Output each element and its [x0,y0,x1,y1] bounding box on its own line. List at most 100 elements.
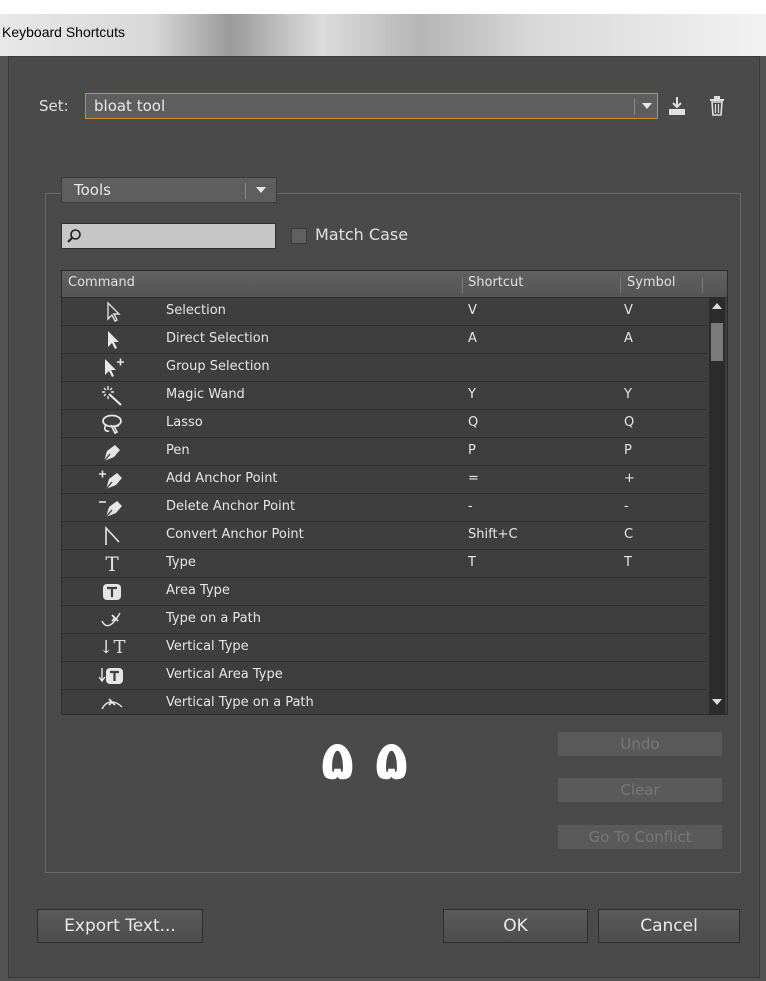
match-case-checkbox[interactable] [291,228,307,244]
symbol-value[interactable]: T [624,555,632,570]
table-row[interactable]: Pen P P [62,438,707,466]
command-label: Type on a Path [166,611,261,626]
go-to-conflict-button[interactable]: Go To Conflict [557,824,723,850]
symbol-value[interactable]: C [624,527,633,542]
shortcut-value[interactable]: - [468,499,473,514]
table-row[interactable]: Lasso Q Q [62,410,707,438]
pen-icon [90,441,134,463]
command-label: Magic Wand [166,387,245,402]
table-header: Command Shortcut Symbol [62,271,727,298]
shortcuts-table: Command Shortcut Symbol Selection V V Di… [61,270,728,715]
group-selection-icon [90,357,134,379]
add-anchor-point-icon [90,469,134,491]
set-value: bloat tool [94,97,166,115]
symbol-value[interactable]: P [624,443,632,458]
command-label: Add Anchor Point [166,471,278,486]
vertical-area-type-icon [90,665,134,687]
column-separator [702,277,703,293]
scroll-down-icon[interactable] [712,699,722,705]
column-command[interactable]: Command [68,275,135,290]
table-row[interactable]: Delete Anchor Point - - [62,494,707,522]
scroll-thumb[interactable] [711,323,723,361]
match-case-label: Match Case [315,225,409,244]
overlay-glyph: ۵ [375,729,408,792]
command-label: Delete Anchor Point [166,499,296,514]
magic-wand-icon [90,385,134,407]
window-title: Keyboard Shortcuts [2,24,125,40]
convert-anchor-point-icon [90,525,134,547]
undo-button[interactable]: Undo [557,731,723,757]
ok-button[interactable]: OK [443,909,588,943]
column-symbol[interactable]: Symbol [627,275,675,290]
command-label: Area Type [166,583,230,598]
table-row[interactable]: Group Selection [62,354,707,382]
column-separator [462,277,463,293]
command-label: Direct Selection [166,331,269,346]
overlay-glyph: ۵ [321,729,354,792]
table-row[interactable]: Direct Selection A A [62,326,707,354]
shortcut-value[interactable]: P [468,443,476,458]
symbol-value[interactable]: + [624,471,635,486]
trash-icon[interactable] [707,95,727,117]
command-label: Type [166,555,196,570]
dropdown-separator [634,99,635,115]
shortcut-value[interactable]: Q [468,415,478,430]
command-label: Vertical Type on a Path [166,695,314,710]
shortcut-value[interactable]: Shift+C [468,527,518,542]
table-row[interactable]: Selection V V [62,298,707,326]
column-separator [620,277,621,293]
selection-arrow-icon [90,301,134,323]
clear-button[interactable]: Clear [557,777,723,803]
command-label: Pen [166,443,190,458]
direct-selection-icon [90,329,134,351]
command-label: Lasso [166,415,203,430]
vertical-type-on-path-icon [90,693,134,714]
symbol-value[interactable]: Q [624,415,634,430]
vertical-type-icon: ↓T [98,637,126,658]
search-input[interactable] [61,223,276,249]
table-row[interactable]: T Type T T [62,550,707,578]
table-row[interactable]: Area Type [62,578,707,606]
table-row[interactable]: ↓T Vertical Type [62,634,707,662]
shortcut-value[interactable]: Y [468,387,476,402]
dropdown-separator [245,183,246,199]
command-label: Selection [166,303,226,318]
save-set-icon[interactable] [667,95,687,117]
command-label: Vertical Area Type [166,667,283,682]
symbol-value[interactable]: A [624,331,633,346]
command-label: Vertical Type [166,639,249,654]
title-bar[interactable]: Keyboard Shortcuts [0,14,766,56]
chevron-down-icon [642,103,652,109]
keyboard-shortcuts-dialog: Keyboard Shortcuts Set: bloat tool Tools… [0,14,766,981]
type-on-path-icon [90,609,134,631]
command-label: Convert Anchor Point [166,527,304,542]
dialog-body: Set: bloat tool Tools Match Case Command… [8,56,760,978]
symbol-value[interactable]: V [624,303,633,318]
shortcut-value[interactable]: A [468,331,477,346]
table-row[interactable]: Add Anchor Point = + [62,466,707,494]
area-type-icon [90,581,134,603]
export-text-button[interactable]: Export Text... [37,909,203,943]
symbol-value[interactable]: Y [624,387,632,402]
table-row[interactable]: Type on a Path [62,606,707,634]
symbol-value[interactable]: - [624,499,629,514]
set-dropdown[interactable]: bloat tool [85,93,658,119]
table-row[interactable]: Convert Anchor Point Shift+C C [62,522,707,550]
column-shortcut[interactable]: Shortcut [468,275,523,290]
table-scrollbar[interactable] [709,297,725,714]
command-label: Group Selection [166,359,270,374]
table-row[interactable]: Vertical Type on a Path [62,690,707,714]
search-icon [67,229,81,243]
shortcut-value[interactable]: T [468,555,476,570]
lasso-icon [90,413,134,435]
delete-anchor-point-icon [90,497,134,519]
scroll-up-icon[interactable] [712,303,722,309]
category-dropdown[interactable]: Tools [61,177,277,203]
set-label: Set: [39,97,69,115]
cancel-button[interactable]: Cancel [598,909,740,943]
table-row[interactable]: Vertical Area Type [62,662,707,690]
shortcut-value[interactable]: V [468,303,477,318]
category-value: Tools [74,181,111,199]
table-row[interactable]: Magic Wand Y Y [62,382,707,410]
shortcut-value[interactable]: = [468,471,479,486]
